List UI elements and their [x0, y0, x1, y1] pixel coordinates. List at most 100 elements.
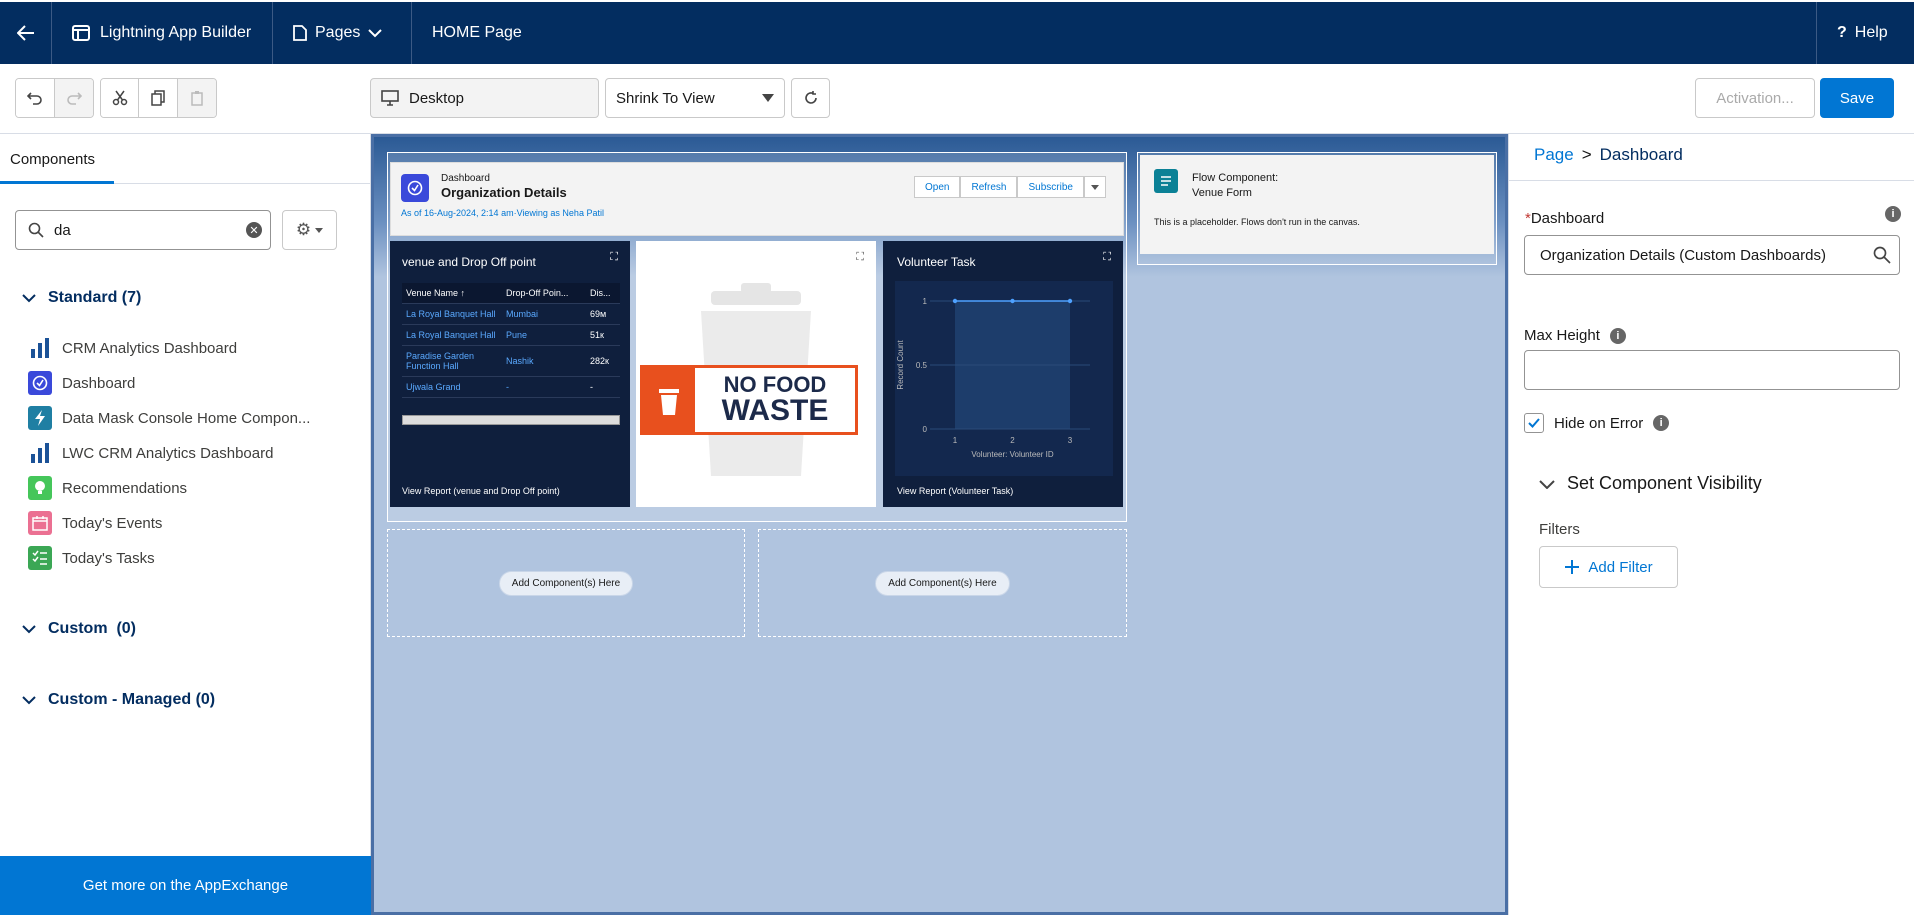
max-height-input[interactable] — [1524, 350, 1900, 390]
flow-placeholder-note: This is a placeholder. Flows don't run i… — [1154, 217, 1360, 227]
flow-name: Venue Form — [1192, 187, 1252, 199]
breadcrumb-page-link[interactable]: Page — [1534, 145, 1574, 165]
column-header[interactable]: Dis... — [585, 283, 620, 304]
data-point — [952, 298, 958, 304]
table-cell: 51к — [585, 324, 620, 346]
check-icon — [1528, 418, 1540, 428]
dashboard-field-label: *Dashboard — [1525, 210, 1604, 227]
redo-button[interactable] — [54, 79, 93, 117]
column-header[interactable]: Venue Name ↑ — [402, 283, 502, 304]
clipboard-icon — [191, 91, 203, 106]
copy-button[interactable] — [139, 79, 178, 117]
properties-panel: Page > Dashboard *Dashboard i Organizati… — [1508, 134, 1914, 915]
volunteer-widget-title: Volunteer Task — [897, 255, 976, 269]
table-cell[interactable]: Ujwala Grand — [402, 376, 502, 398]
info-icon[interactable]: i — [1609, 327, 1626, 344]
drop-zone-left[interactable]: Add Component(s) Here — [387, 529, 745, 637]
component-item[interactable]: LWC CRM Analytics Dashboard — [28, 441, 273, 465]
group-custom-managed[interactable]: Custom - Managed (0) — [22, 691, 215, 709]
hide-on-error-checkbox[interactable] — [1524, 413, 1544, 433]
save-button[interactable]: Save — [1820, 78, 1894, 118]
view-report-link[interactable]: View Report (Volunteer Task) — [897, 486, 1013, 496]
table-cell[interactable]: La Royal Banquet Hall — [402, 324, 502, 346]
more-actions-button[interactable] — [1083, 176, 1106, 198]
clipboard-group — [100, 78, 217, 118]
venue-table: Venue Name ↑ Drop-Off Poin... Dis... La Ro… — [402, 283, 620, 398]
group-standard[interactable]: Standard (7) — [22, 289, 141, 307]
zoom-select[interactable]: Shrink To View — [605, 78, 785, 118]
flow-icon — [1154, 169, 1178, 193]
desktop-icon — [381, 90, 399, 106]
expand-icon[interactable]: ⛶ — [1103, 251, 1111, 264]
table-cell[interactable]: Pune — [502, 324, 586, 346]
caret-down-icon — [315, 227, 324, 233]
refresh-dashboard-button[interactable]: Refresh — [960, 176, 1018, 198]
table-cell[interactable]: Nashik — [502, 345, 586, 377]
breadcrumb: Page > Dashboard — [1534, 145, 1683, 165]
expand-icon[interactable]: ⛶ — [610, 251, 618, 264]
dashboard-icon — [401, 174, 429, 202]
cut-button[interactable] — [101, 79, 140, 117]
component-item[interactable]: Data Mask Console Home Compon... — [28, 406, 310, 430]
subscribe-button[interactable]: Subscribe — [1017, 176, 1084, 198]
hide-on-error-row: Hide on Error i — [1524, 413, 1670, 433]
table-cell[interactable]: Paradise Garden Function Hall — [402, 345, 502, 377]
clear-icon[interactable]: ✕ — [246, 222, 262, 238]
help-link[interactable]: ? Help — [1816, 2, 1914, 64]
no-food-waste-logo: NO FOOD WASTE — [640, 365, 858, 435]
refresh-button[interactable] — [791, 78, 830, 118]
group-standard-label: Standard (7) — [48, 289, 142, 306]
appexchange-link[interactable]: Get more on the AppExchange — [0, 856, 371, 915]
component-item[interactable]: Today's Tasks — [28, 546, 155, 570]
info-icon[interactable]: i — [1885, 206, 1901, 222]
table-header-row: Venue Name ↑ Drop-Off Poin... Dis... — [402, 283, 620, 304]
table-row: La Royal Banquet Hall Pune 51к — [402, 324, 620, 346]
component-item[interactable]: Today's Events — [28, 511, 162, 535]
device-label: Desktop — [409, 89, 465, 107]
tasks-icon — [28, 546, 52, 570]
add-filter-label: Add Filter — [1588, 558, 1653, 576]
open-button[interactable]: Open — [914, 176, 961, 198]
view-report-link[interactable]: View Report (venue and Drop Off point) — [402, 486, 560, 496]
flow-component[interactable]: Flow Component: Venue Form This is a pla… — [1140, 155, 1494, 254]
undo-button[interactable] — [16, 79, 55, 117]
back-button[interactable] — [0, 2, 52, 64]
component-search-input[interactable]: da ✕ — [15, 210, 271, 250]
tab-components-label: Components — [10, 151, 96, 168]
table-cell: 69м — [585, 303, 620, 325]
dashboard-header: Dashboard Organization Details As of 16-… — [390, 162, 1124, 236]
component-item[interactable]: CRM Analytics Dashboard — [28, 336, 237, 360]
component-item[interactable]: Recommendations — [28, 476, 187, 500]
search-icon — [28, 222, 44, 238]
x-tick-label: 3 — [1068, 436, 1073, 445]
info-icon[interactable]: i — [1653, 415, 1670, 431]
undo-redo-group — [15, 78, 94, 118]
image-widget: ⛶ NO FOOD WASTE — [636, 241, 876, 507]
table-row: Paradise Garden Function Hall Nashik 282к — [402, 345, 620, 377]
page-canvas[interactable]: Dashboard Organization Details As of 16-… — [371, 134, 1508, 915]
dashboard-lookup-input[interactable]: Organization Details (Custom Dashboards) — [1524, 235, 1900, 275]
chevron-down-icon — [1539, 479, 1555, 489]
group-custom[interactable]: Custom (0) — [22, 620, 136, 638]
add-filter-button[interactable]: Add Filter — [1539, 546, 1678, 588]
column-header[interactable]: Drop-Off Poin... — [502, 283, 586, 304]
table-cell[interactable]: La Royal Banquet Hall — [402, 303, 502, 325]
table-cell[interactable]: Mumbai — [502, 303, 586, 325]
app-builder-label: Lightning App Builder — [100, 24, 252, 41]
table-cell[interactable]: - — [502, 376, 586, 398]
horizontal-scrollbar[interactable] — [402, 415, 620, 425]
tab-components[interactable]: Components — [0, 134, 370, 184]
filters-label: Filters — [1539, 521, 1580, 538]
drop-zone-right[interactable]: Add Component(s) Here — [758, 529, 1127, 637]
device-selector[interactable]: Desktop — [370, 78, 599, 118]
paste-button[interactable] — [177, 79, 216, 117]
activation-button[interactable]: Activation... — [1695, 78, 1815, 118]
appexchange-label: Get more on the AppExchange — [82, 877, 289, 894]
add-components-button[interactable]: Add Component(s) Here — [875, 570, 1010, 596]
settings-menu-button[interactable]: ⚙ — [282, 210, 337, 250]
add-components-button[interactable]: Add Component(s) Here — [498, 570, 634, 596]
pages-menu[interactable]: Pages — [273, 2, 412, 64]
visibility-section-toggle[interactable]: Set Component Visibility — [1539, 473, 1762, 494]
component-label: Dashboard — [62, 374, 136, 392]
component-item[interactable]: Dashboard — [28, 371, 135, 395]
